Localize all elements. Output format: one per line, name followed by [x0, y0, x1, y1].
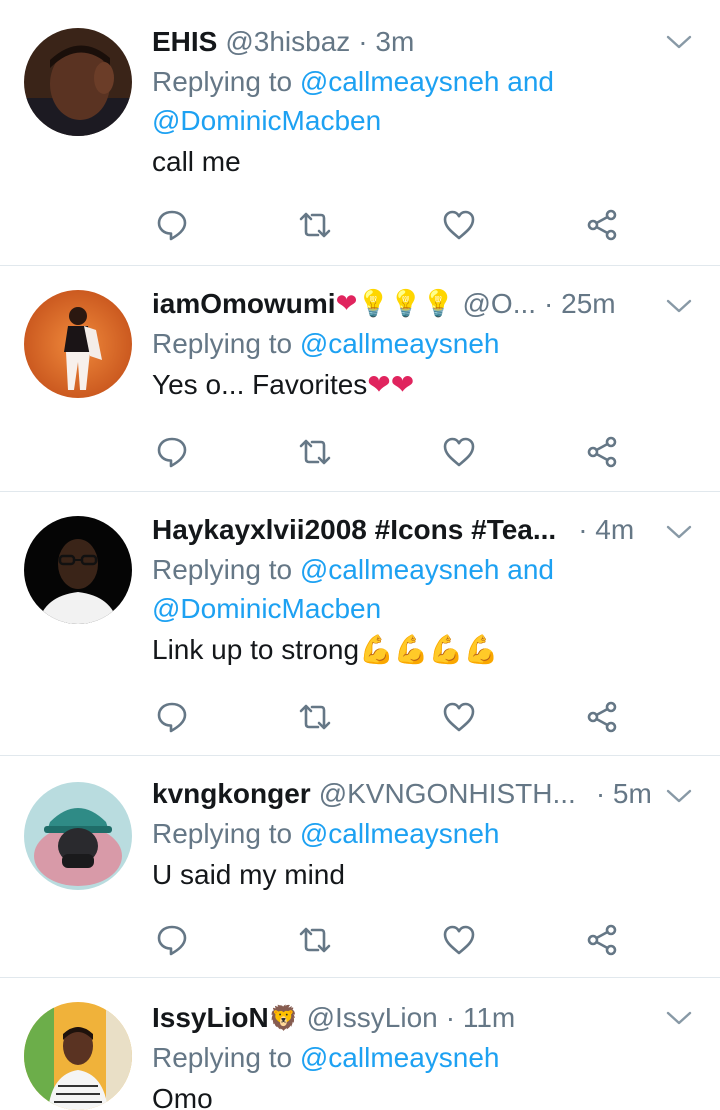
tweet-text: Link up to strong💪💪💪💪 [152, 630, 690, 670]
display-name[interactable]: Haykayxlvii2008 #Icons #Tea... [152, 514, 556, 546]
tweet-text-content: Link up to strong [152, 634, 360, 665]
like-icon [443, 925, 474, 955]
share-button[interactable] [582, 205, 622, 245]
reply-feed: EHIS @3hisbaz · 3m Replying to @callmeay… [0, 0, 720, 1110]
replying-to: Replying to @callmeaysneh [152, 1038, 690, 1077]
reply-button[interactable] [152, 697, 192, 737]
like-icon [443, 437, 474, 467]
like-button[interactable] [439, 432, 479, 472]
display-name[interactable]: IssyLioN [152, 1002, 269, 1034]
like-button[interactable] [439, 205, 479, 245]
display-name[interactable]: EHIS [152, 26, 217, 58]
replying-to: Replying to @callmeaysneh and [152, 550, 690, 589]
tweet[interactable]: EHIS @3hisbaz · 3m Replying to @callmeay… [0, 0, 720, 266]
avatar-image [24, 290, 132, 398]
share-button[interactable] [582, 432, 622, 472]
tweet[interactable]: iamOmowumi ❤💡💡💡 @O... · 25m Replying to … [0, 266, 720, 492]
mention-link[interactable]: @callmeaysneh [300, 66, 500, 97]
mention-link[interactable]: @callmeaysneh [300, 818, 500, 849]
avatar[interactable] [24, 290, 132, 398]
text-emoji: 💪💪💪💪 [359, 633, 499, 666]
mention-and: and [499, 554, 554, 585]
like-button[interactable] [439, 920, 479, 960]
avatar[interactable] [24, 516, 132, 624]
replying-to-label: Replying to [152, 1042, 300, 1073]
avatar-image [24, 1002, 132, 1110]
tweet-text: Yes o... Favorites❤❤ [152, 365, 690, 405]
share-icon [587, 924, 617, 956]
share-button[interactable] [582, 697, 622, 737]
tweet-text: U said my mind [152, 859, 345, 890]
timestamp[interactable]: · 25m [544, 288, 616, 320]
display-name[interactable]: kvngkonger [152, 778, 311, 810]
retweet-icon [300, 439, 331, 465]
share-button[interactable] [582, 920, 622, 960]
retweet-icon [300, 927, 331, 953]
replying-to-label: Replying to [152, 554, 300, 585]
chevron-down-icon[interactable] [666, 524, 692, 540]
replying-to-label: Replying to [152, 66, 300, 97]
reply-icon [157, 210, 187, 241]
share-icon [587, 436, 617, 468]
mention-link[interactable]: @DominicMacben [152, 593, 381, 624]
retweet-button[interactable] [295, 697, 335, 737]
retweet-button[interactable] [295, 920, 335, 960]
chevron-down-icon[interactable] [666, 34, 692, 50]
timestamp[interactable]: · 11m [446, 1002, 516, 1034]
tweet[interactable]: kvngkonger @KVNGONHISTH... · 5m Replying… [0, 756, 720, 978]
retweet-button[interactable] [295, 432, 335, 472]
share-icon [587, 209, 617, 241]
mention-link[interactable]: @callmeaysneh [300, 1042, 500, 1073]
mention-and: and [499, 66, 554, 97]
like-icon [443, 210, 474, 240]
avatar-image [24, 516, 132, 624]
name-emoji: ❤💡💡💡 [335, 289, 455, 319]
name-emoji: 🦁 [268, 1004, 299, 1032]
timestamp[interactable]: · 3m [358, 26, 414, 58]
timestamp[interactable]: · 4m [578, 514, 634, 546]
replying-to-label: Replying to [152, 818, 300, 849]
share-icon [587, 701, 617, 733]
replying-to: Replying to @callmeaysneh and [152, 62, 690, 101]
chevron-down-icon[interactable] [666, 298, 692, 314]
replying-to: Replying to @callmeaysneh [152, 814, 690, 853]
user-handle[interactable]: @3hisbaz [225, 26, 350, 58]
avatar-image [24, 782, 132, 890]
tweet[interactable]: IssyLioN 🦁 @IssyLion · 11m Replying to @… [0, 978, 720, 1110]
user-handle[interactable]: @KVNGONHISTH... [319, 778, 576, 810]
avatar-image [24, 28, 132, 136]
reply-button[interactable] [152, 920, 192, 960]
chevron-down-icon[interactable] [666, 788, 692, 804]
chevron-down-icon[interactable] [666, 1010, 692, 1026]
user-handle[interactable]: @IssyLion [307, 1002, 438, 1034]
reply-button[interactable] [152, 205, 192, 245]
timestamp[interactable]: · 5m [596, 778, 652, 810]
tweet[interactable]: Haykayxlvii2008 #Icons #Tea... · 4m Repl… [0, 492, 720, 756]
avatar[interactable] [24, 1002, 132, 1110]
tweet-text-content: Yes o... Favorites [152, 369, 368, 400]
reply-icon [157, 437, 187, 468]
user-handle[interactable]: @O... [463, 288, 537, 320]
reply-button[interactable] [152, 432, 192, 472]
replying-to: Replying to @callmeaysneh [152, 324, 690, 363]
mention-link[interactable]: @DominicMacben [152, 105, 381, 136]
avatar[interactable] [24, 782, 132, 890]
like-button[interactable] [439, 697, 479, 737]
mention-link[interactable]: @callmeaysneh [300, 554, 500, 585]
avatar[interactable] [24, 28, 132, 136]
tweet-text: Omo [152, 1083, 213, 1110]
reply-icon [157, 702, 187, 733]
tweet-text: call me [152, 146, 241, 177]
text-emoji: ❤❤ [367, 368, 415, 401]
display-name[interactable]: iamOmowumi [152, 288, 336, 320]
retweet-icon [300, 212, 331, 238]
retweet-icon [300, 704, 331, 730]
reply-icon [157, 925, 187, 956]
retweet-button[interactable] [295, 205, 335, 245]
mention-link[interactable]: @callmeaysneh [300, 328, 500, 359]
replying-to-label: Replying to [152, 328, 300, 359]
like-icon [443, 702, 474, 732]
